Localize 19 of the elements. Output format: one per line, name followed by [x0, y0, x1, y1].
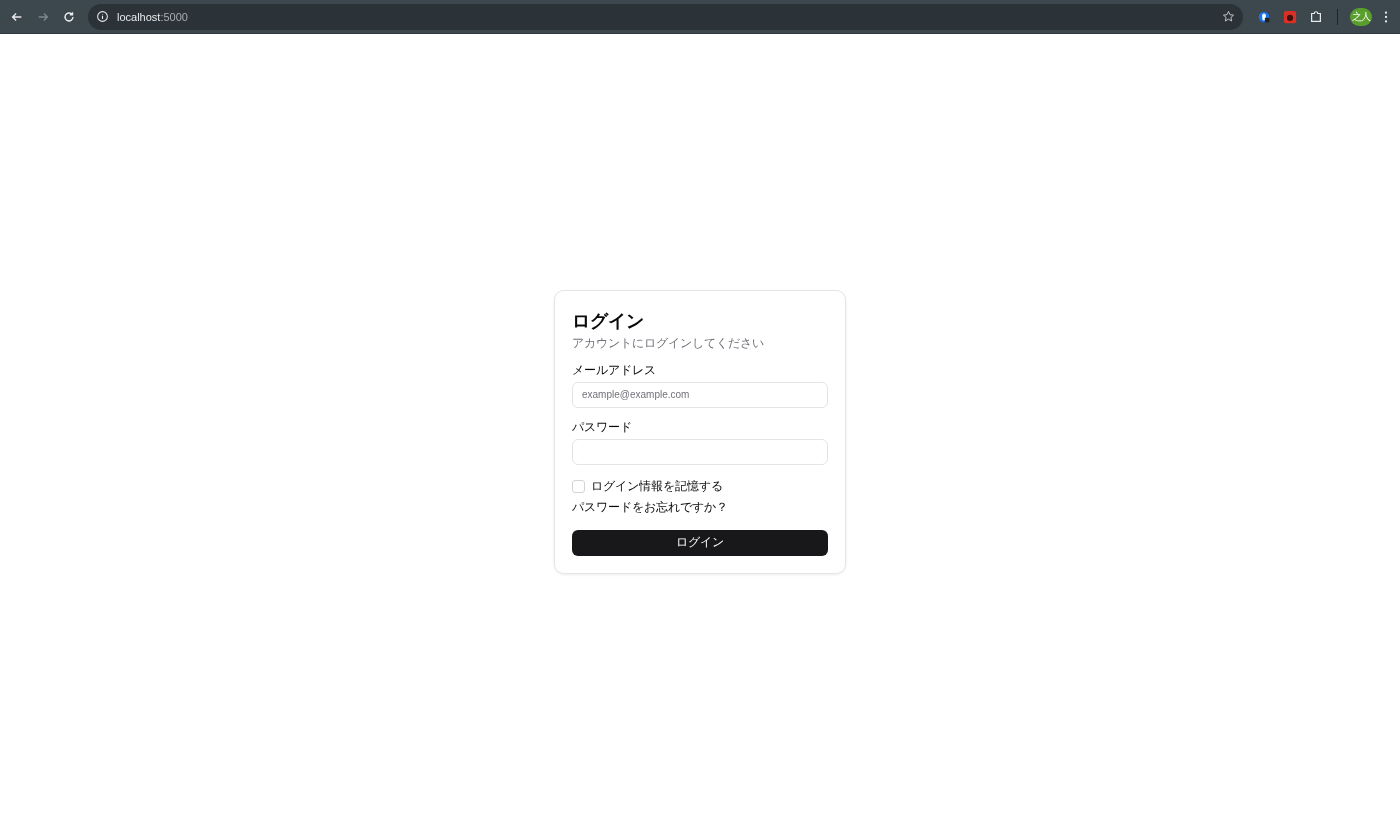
checkbox-label[interactable]: ログイン情報を記憶する: [591, 477, 723, 495]
info-icon[interactable]: [96, 10, 109, 23]
address-bar[interactable]: localhost:5000: [88, 3, 1243, 30]
menu-icon[interactable]: [1384, 9, 1388, 24]
field-label: パスワード: [572, 418, 633, 436]
reload-icon[interactable]: [62, 9, 76, 24]
login-button[interactable]: ログイン: [572, 529, 828, 556]
puzzle-icon[interactable]: [1309, 9, 1323, 24]
password-field[interactable]: [572, 438, 828, 465]
card-subtitle: アカウントにログインしてください: [572, 334, 765, 352]
forgot-password-link[interactable]: パスワードをお忘れですか？: [572, 498, 728, 516]
field-label: メールアドレス: [572, 361, 657, 379]
checkbox[interactable]: [572, 479, 585, 493]
extension-icon[interactable]: [1257, 9, 1271, 24]
card-title: ログイン: [572, 308, 645, 333]
star-icon[interactable]: [1222, 10, 1235, 23]
url-port: :5000: [160, 10, 188, 23]
email-field[interactable]: example@example.com: [572, 381, 828, 408]
url-host: localhost: [117, 10, 161, 23]
